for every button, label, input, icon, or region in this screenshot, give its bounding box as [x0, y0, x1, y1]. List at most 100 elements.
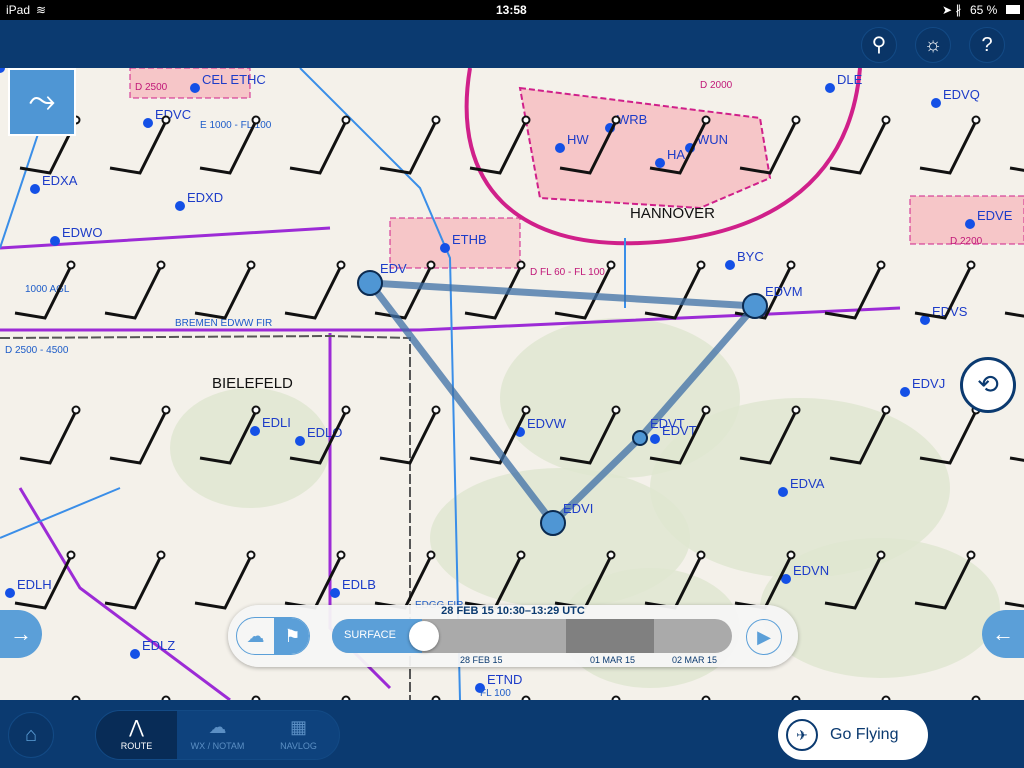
airfield-marker: [175, 201, 185, 211]
wind-barb-station: [966, 550, 976, 560]
wind-barb-station: [516, 550, 526, 560]
wind-barb-station: [611, 115, 621, 125]
airspace-label: E 1000 - FL 100: [200, 120, 272, 131]
airspace-label: D FL 60 - FL 100: [530, 267, 605, 278]
waypoint-label: EDVI: [563, 501, 593, 516]
airfield-label: WRB: [617, 112, 647, 127]
airfield-marker: [778, 487, 788, 497]
wind-barb-station: [251, 115, 261, 125]
weather-timeline: 28 FEB 15 10:30–13:29 UTC ☁ ⚑ SURFACE 28…: [228, 605, 798, 667]
city-label: BIELEFELD: [212, 375, 293, 392]
wind-barb-icon: [379, 412, 437, 465]
go-flying-label: Go Flying: [830, 726, 899, 743]
layer-toggle[interactable]: ☁ ⚑: [236, 617, 310, 655]
waypoint-label: EDV: [380, 261, 407, 276]
status-bar: iPad ≋ 13:58 ➤ ∦ 65 %: [0, 0, 1024, 20]
weather-notam-icon: ☁: [208, 717, 227, 737]
wind-barb-station: [606, 260, 616, 270]
battery-icon: [1006, 5, 1020, 14]
wind-barb-station: [156, 260, 166, 270]
play-button[interactable]: ▶: [746, 619, 782, 655]
wind-barb-station: [341, 405, 351, 415]
wind-barb-station: [66, 550, 76, 560]
airfield-label: WUN: [697, 132, 728, 147]
airfield-marker: [130, 649, 140, 659]
route-layers-button[interactable]: ⟲: [960, 357, 1016, 413]
airfield-marker: [0, 68, 5, 73]
airspace-label: BREMEN EDWW FIR: [175, 318, 272, 329]
add-route-button[interactable]: ⤳: [8, 68, 76, 136]
wind-barb-station: [246, 550, 256, 560]
wind-barb-station: [431, 405, 441, 415]
wind-barb-station: [876, 260, 886, 270]
home-button[interactable]: ⌂: [8, 712, 54, 758]
airfield-marker: [5, 588, 15, 598]
airfield-marker: [440, 243, 450, 253]
wind-barb-station: [161, 405, 171, 415]
airfield-label: EDVQ: [943, 87, 980, 102]
airfield-marker: [555, 143, 565, 153]
wind-barb-icon: [104, 267, 162, 320]
wind-barb-station: [426, 260, 436, 270]
airfield-marker: [50, 236, 60, 246]
wind-barb-station: [66, 260, 76, 270]
airfield-marker: [825, 83, 835, 93]
slider-knob[interactable]: [409, 621, 439, 651]
help-icon[interactable]: ?: [969, 27, 1005, 63]
airfield-label: EDXA: [42, 173, 78, 188]
wind-barb-icon: [919, 122, 977, 175]
tab-route[interactable]: ⋀ ROUTE: [96, 711, 177, 759]
wind-barb-station: [791, 405, 801, 415]
tab-label: ROUTE: [120, 741, 153, 751]
airfield-label: EDVW: [527, 416, 567, 431]
airfield-label: EDXD: [187, 190, 223, 205]
wifi-icon: ≋: [36, 3, 47, 17]
brightness-icon[interactable]: ☼: [915, 27, 951, 63]
tab-wx-notam[interactable]: ☁ WX / NOTAM: [177, 711, 258, 759]
wind-barb-icon: [1004, 601, 1024, 608]
clock: 13:58: [496, 3, 527, 17]
main-tabs: ⋀ ROUTE ☁ WX / NOTAM ▦ NAVLOG: [95, 710, 340, 760]
airfield-label: ETHB: [452, 232, 487, 247]
location-bluetooth-icon: ➤ ∦: [942, 3, 962, 17]
airfield-label: EDVN: [793, 563, 829, 578]
wind-barb-icon: [1009, 166, 1024, 172]
wind-barb-station: [426, 550, 436, 560]
airfield-marker: [655, 158, 665, 168]
wind-barb-station: [606, 550, 616, 560]
wind-barb-icon: [109, 122, 167, 175]
bottom-bar: ⌂ ⋀ ROUTE ☁ WX / NOTAM ▦ NAVLOG ✈ Go Flying: [0, 700, 1024, 768]
airfield-label: BYC: [737, 249, 764, 264]
airspace-label: FL 100: [480, 688, 511, 699]
wind-barb-icon: [379, 122, 437, 175]
airfield-label: EDLI: [262, 415, 291, 430]
wind-barb-station: [701, 115, 711, 125]
wind-barb-station: [881, 405, 891, 415]
cloud-icon[interactable]: ☁: [237, 618, 274, 654]
wind-barb-station: [521, 405, 531, 415]
airfield-label: EDWO: [62, 225, 102, 240]
wind-barb-icon: [194, 557, 252, 610]
wind-barb-station: [971, 115, 981, 125]
go-flying-button[interactable]: ✈ Go Flying: [778, 710, 928, 760]
airfield-marker: [900, 387, 910, 397]
airfield-label: EDVJ: [912, 376, 945, 391]
wind-barb-station: [251, 405, 261, 415]
wind-barb-icon: [104, 557, 162, 610]
airfield-marker: [190, 83, 200, 93]
wind-barb-station: [156, 550, 166, 560]
airfield-label: ETND: [487, 672, 522, 687]
tab-navlog[interactable]: ▦ NAVLOG: [258, 711, 339, 759]
search-icon[interactable]: ⚲: [861, 27, 897, 63]
airspace-label: D 2200: [950, 236, 983, 247]
wind-barb-station: [516, 260, 526, 270]
wind-icon[interactable]: ⚑: [274, 618, 309, 654]
wind-barb-icon: [284, 267, 342, 320]
tab-label: WX / NOTAM: [190, 741, 245, 751]
time-slider[interactable]: SURFACE: [332, 619, 732, 653]
wind-barb-icon: [1004, 311, 1024, 318]
expand-right-button[interactable]: ←: [982, 610, 1024, 658]
wind-barb-station: [161, 115, 171, 125]
airspace-label: D 2500 - 4500: [5, 345, 69, 356]
airfield-marker: [725, 260, 735, 270]
